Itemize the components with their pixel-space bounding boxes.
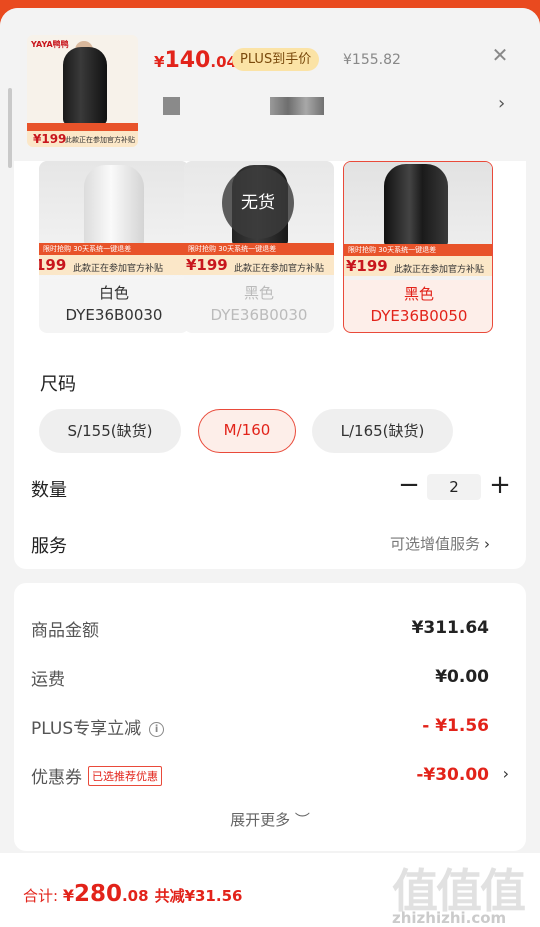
model-coat bbox=[63, 47, 107, 125]
goods-amount-row: 商品金额 ¥311.64 bbox=[31, 616, 509, 642]
product-thumbnail: YAYA鸭鸭 ¥199 此款正在参加官方补贴 bbox=[27, 35, 138, 147]
info-icon[interactable]: i bbox=[149, 722, 165, 737]
service-link-text: 可选增值服务 bbox=[390, 535, 481, 553]
size-option-s155[interactable]: S/155(缺货) bbox=[39, 409, 181, 453]
quantity-input[interactable] bbox=[427, 474, 481, 500]
coupon-label-wrap: 优惠券 已选推荐优惠 bbox=[31, 763, 162, 788]
variant-color: 黑色 bbox=[403, 285, 434, 303]
variant-promo-strip: 限时抢购 30天系统一键退差 bbox=[344, 244, 492, 256]
quantity-label: 数量 bbox=[31, 480, 67, 501]
variant-black-selected[interactable]: 限时抢购 30天系统一键退差 ¥199 此款正在参加官方补贴 黑色 DYE36B… bbox=[343, 161, 493, 333]
coupon-value: -¥30.00 bbox=[416, 765, 489, 785]
variant-code: DYE36B0030 bbox=[210, 306, 308, 324]
chevron-right-icon: › bbox=[484, 535, 491, 553]
quantity-decrement-button[interactable]: − bbox=[398, 471, 420, 501]
amount-card: 商品金额 ¥311.64 运费 ¥0.00 PLUS专享立减 i - ¥1.56 … bbox=[14, 583, 526, 851]
plus-discount-row: PLUS专享立减 i - ¥1.56 bbox=[31, 714, 509, 740]
chevron-right-icon[interactable]: › bbox=[503, 764, 509, 783]
quantity-increment-button[interactable]: + bbox=[489, 471, 511, 501]
thumb-promo-strip bbox=[27, 123, 138, 131]
shipping-value: ¥0.00 bbox=[435, 667, 489, 687]
plus-discount-label: PLUS专享立减 bbox=[31, 719, 142, 739]
goods-amount-value: ¥311.64 bbox=[411, 618, 489, 638]
total-label: 合计: bbox=[23, 887, 63, 905]
spec-card: 限时抢购 30天系统一键退差 199 此款正在参加官方补贴 白色 DYE36B0… bbox=[14, 161, 526, 569]
total-currency: ¥ bbox=[62, 886, 74, 905]
total-integer: 280 bbox=[73, 881, 122, 907]
plus-price: ¥140.04 bbox=[154, 48, 237, 73]
checkout-footer: 合计: ¥280.08 共减¥31.56 值值值 zhizhizhi.com bbox=[0, 853, 540, 927]
variant-price: ¥199 bbox=[346, 257, 388, 275]
variant-black-out-of-stock[interactable]: 限时抢购 30天系统一键退差 ¥199 此款正在参加官方补贴 无货 黑色 DYE… bbox=[184, 161, 334, 333]
plus-price-tag: PLUS到手价 bbox=[232, 48, 320, 71]
chevron-right-icon[interactable]: › bbox=[498, 93, 505, 114]
close-icon[interactable]: ✕ bbox=[489, 44, 511, 66]
original-price: ¥155.82 bbox=[343, 52, 401, 68]
service-label: 服务 bbox=[31, 536, 67, 557]
sheet-header: YAYA鸭鸭 ¥199 此款正在参加官方补贴 ¥140.04 PLUS到手价 ¥… bbox=[0, 8, 540, 168]
variant-promo-strip: 限时抢购 30天系统一键退差 bbox=[184, 243, 334, 255]
coupon-row[interactable]: 优惠券 已选推荐优惠 -¥30.00 › bbox=[31, 763, 509, 789]
coupon-label: 优惠券 bbox=[31, 768, 82, 788]
total-saved: 共减¥31.56 bbox=[154, 887, 243, 905]
coupon-recommended-tag: 已选推荐优惠 bbox=[88, 766, 162, 786]
price-currency: ¥ bbox=[154, 53, 165, 71]
thumb-price: ¥199 bbox=[33, 132, 67, 146]
variant-color: 黑色 bbox=[243, 284, 274, 302]
size-option-m160[interactable]: M/160 bbox=[198, 409, 296, 453]
shipping-row: 运费 ¥0.00 bbox=[31, 665, 509, 691]
redacted-block bbox=[163, 97, 180, 115]
variant-subsidy-text: 此款正在参加官方补贴 bbox=[394, 265, 485, 275]
service-link[interactable]: 可选增值服务 › bbox=[390, 533, 490, 554]
site-watermark: 值值值 zhizhizhi.com bbox=[392, 853, 540, 927]
variant-promo-strip: 限时抢购 30天系统一键退差 bbox=[39, 243, 189, 255]
price-integer: 140 bbox=[164, 48, 211, 73]
variant-subsidy-text: 此款正在参加官方补贴 bbox=[73, 264, 164, 274]
variant-white[interactable]: 限时抢购 30天系统一键退差 199 此款正在参加官方补贴 白色 DYE36B0… bbox=[39, 161, 189, 333]
variant-price: 199 bbox=[39, 256, 67, 274]
watermark-url: zhizhizhi.com bbox=[392, 909, 507, 927]
variant-subsidy-text: 此款正在参加官方补贴 bbox=[234, 264, 325, 274]
expand-more-button[interactable]: 展开更多 ︶ bbox=[14, 809, 526, 830]
brand-logo: YAYA鸭鸭 bbox=[31, 40, 69, 49]
thumb-subsidy-text: 此款正在参加官方补贴 bbox=[65, 136, 135, 144]
redacted-block bbox=[270, 97, 324, 115]
plus-discount-label-wrap: PLUS专享立减 i bbox=[31, 714, 165, 739]
total-decimal: .08 bbox=[121, 887, 149, 905]
size-section-title: 尺码 bbox=[40, 374, 76, 395]
shipping-label: 运费 bbox=[31, 670, 65, 690]
variant-color: 白色 bbox=[98, 284, 129, 302]
product-spec-sheet: YAYA鸭鸭 ¥199 此款正在参加官方补贴 ¥140.04 PLUS到手价 ¥… bbox=[0, 8, 540, 927]
goods-amount-label: 商品金额 bbox=[31, 621, 99, 641]
order-total: 合计: ¥280.08 共减¥31.56 bbox=[23, 881, 242, 907]
plus-discount-value: - ¥1.56 bbox=[422, 716, 489, 736]
variant-code: DYE36B0030 bbox=[65, 306, 163, 324]
size-option-l165[interactable]: L/165(缺货) bbox=[312, 409, 453, 453]
out-of-stock-badge: 无货 bbox=[222, 167, 294, 239]
scrollbar[interactable] bbox=[8, 88, 12, 168]
variant-code: DYE36B0050 bbox=[370, 307, 468, 325]
variant-price: ¥199 bbox=[186, 256, 228, 274]
